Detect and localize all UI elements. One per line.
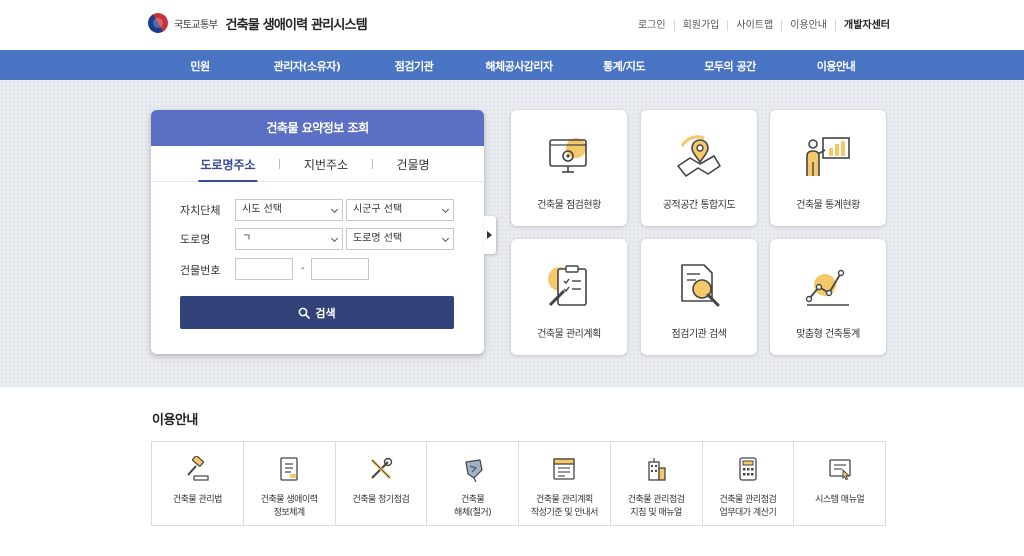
manual-cursor-icon bbox=[828, 459, 851, 481]
government-emblem-icon bbox=[144, 9, 172, 37]
tile-public-space-map[interactable]: 공적공간 통합지도 bbox=[641, 110, 757, 226]
map-pin-icon bbox=[677, 135, 721, 177]
nav-item-manager[interactable]: 관리자(소유자) bbox=[274, 58, 341, 74]
tools-icon bbox=[370, 457, 393, 480]
guide-item-system-manual[interactable]: 시스템 매뉴얼 bbox=[793, 442, 885, 525]
road-initial-select[interactable]: ㄱ bbox=[235, 228, 343, 250]
guide-item-regular-inspection[interactable]: 건축물 정기점검 bbox=[334, 442, 427, 525]
nav-item-inspection-agency[interactable]: 점검기관 bbox=[395, 58, 434, 74]
guide-item-label: 건축물 관리점검 업무대가 계산기 bbox=[719, 495, 777, 518]
guide-item-plan-guideline[interactable]: 건축물 관리계획 작성기준 및 안내서 bbox=[518, 442, 610, 525]
tile-building-statistics[interactable]: 건축물 통계현황 bbox=[770, 110, 886, 226]
tile-custom-statistics[interactable]: 맞춤형 건축통계 bbox=[770, 239, 886, 355]
guide-item-fee-calculator[interactable]: 건축물 관리점검 업무대가 계산기 bbox=[701, 442, 794, 525]
guide-link[interactable]: 이용안내 bbox=[781, 20, 835, 31]
guide-item-label: 건축물 관리계획 작성기준 및 안내서 bbox=[530, 495, 598, 518]
search-button-label: 검색 bbox=[315, 306, 336, 320]
building-search-card: 건축물 요약정보 조회 도로명주소 지번주소 건물명 자치단체 시도 선택 시군… bbox=[151, 110, 484, 354]
number-dash: - bbox=[301, 263, 305, 274]
tile-label: 점검기관 검색 bbox=[671, 329, 727, 340]
panel-toggle-button[interactable] bbox=[484, 216, 496, 254]
tab-lot-address[interactable]: 지번주소 bbox=[304, 156, 348, 173]
guide-item-lifecycle-info[interactable]: 건축물 생애이력 정보체계 bbox=[242, 442, 335, 525]
guide-item-label: 건축물 관리법 bbox=[172, 495, 223, 505]
tile-label: 건축물 관리계획 bbox=[537, 329, 601, 340]
guide-item-label: 건축물 관리점검 지침 및 매뉴얼 bbox=[627, 495, 685, 518]
search-button[interactable]: 검색 bbox=[180, 296, 454, 329]
gavel-icon bbox=[187, 456, 209, 481]
guide-item-label: 건축물 해체(철거) bbox=[454, 495, 492, 518]
presenter-chart-icon bbox=[806, 137, 850, 176]
tab-divider bbox=[372, 159, 373, 169]
guide-item-inspection-manual[interactable]: 건축물 관리점검 지침 및 매뉴얼 bbox=[609, 442, 702, 525]
sitemap-link[interactable]: 사이트맵 bbox=[727, 20, 781, 31]
tile-label: 맞춤형 건축통계 bbox=[796, 329, 860, 340]
address-tabs: 도로명주소 지번주소 건물명 bbox=[151, 146, 484, 182]
tab-building-name[interactable]: 건물명 bbox=[396, 156, 429, 173]
calculator-icon bbox=[739, 457, 757, 481]
demolition-icon bbox=[465, 459, 483, 482]
monitor-gear-icon bbox=[549, 138, 587, 173]
main-nav: 민원 관리자(소유자) 점검기관 해체공사감리자 통계/지도 모두의 공간 이용… bbox=[0, 50, 1024, 80]
login-link[interactable]: 로그인 bbox=[630, 20, 674, 31]
line-chart-icon bbox=[805, 269, 849, 306]
nav-item-stats-map[interactable]: 통계/지도 bbox=[603, 58, 646, 74]
guide-item-demolition[interactable]: 건축물 해체(철거) bbox=[426, 442, 518, 525]
tile-agency-search[interactable]: 점검기관 검색 bbox=[641, 239, 757, 355]
tile-label: 건축물 통계현황 bbox=[796, 200, 860, 211]
guide-item-building-act[interactable]: 건축물 관리법 bbox=[152, 442, 243, 525]
building-number-label: 건물번호 bbox=[180, 264, 221, 277]
guide-grid: 건축물 관리법 건축물 생애이력 정보체계 건축물 정기점검 건축물 해체(철거… bbox=[151, 441, 886, 526]
building-main-number-input[interactable] bbox=[235, 258, 293, 280]
guide-item-label: 건축물 생애이력 정보체계 bbox=[260, 495, 318, 518]
tab-road-address[interactable]: 도로명주소 bbox=[198, 156, 258, 182]
tile-label: 건축물 점검현황 bbox=[537, 200, 601, 211]
nav-item-demolition-supervisor[interactable]: 해체공사감리자 bbox=[485, 58, 553, 74]
tile-label: 공적공간 통합지도 bbox=[662, 200, 736, 211]
header: 국토교통부 건축물 생애이력 관리시스템 로그인 회원가입 사이트맵 이용안내 … bbox=[0, 0, 1024, 50]
document-magnifier-icon bbox=[681, 264, 720, 307]
nav-item-public-space[interactable]: 모두의 공간 bbox=[704, 58, 756, 74]
signup-link[interactable]: 회원가입 bbox=[673, 20, 728, 31]
ministry-name: 국토교통부 bbox=[174, 19, 218, 31]
region-label: 자치단체 bbox=[180, 204, 221, 217]
nav-item-guide[interactable]: 이용안내 bbox=[817, 58, 856, 74]
search-card-title: 건축물 요약정보 조회 bbox=[151, 110, 484, 146]
guide-item-label: 건축물 정기점검 bbox=[352, 495, 410, 505]
building-sub-number-input[interactable] bbox=[311, 258, 369, 280]
nav-item-civil[interactable]: 민원 bbox=[190, 58, 210, 74]
developer-center-link[interactable]: 개발자센터 bbox=[835, 20, 890, 31]
road-label: 도로명 bbox=[180, 233, 211, 246]
search-icon bbox=[299, 307, 311, 319]
utility-links: 로그인 회원가입 사이트맵 이용안내 개발자센터 bbox=[630, 20, 890, 31]
system-name: 건축물 생애이력 관리시스템 bbox=[225, 17, 368, 33]
tile-inspection-status[interactable]: 건축물 점검현황 bbox=[511, 110, 627, 226]
guide-item-label: 시스템 매뉴얼 bbox=[815, 495, 865, 505]
site-logo[interactable]: 국토교통부 건축물 생애이력 관리시스템 bbox=[144, 9, 368, 37]
form-document-icon bbox=[553, 458, 576, 480]
sigungu-select[interactable]: 시군구 선택 bbox=[346, 199, 454, 221]
tab-divider bbox=[279, 159, 280, 169]
clipboard-pencil-icon bbox=[548, 265, 587, 307]
road-name-select[interactable]: 도로명 선택 bbox=[346, 228, 454, 250]
tile-management-plan[interactable]: 건축물 관리계획 bbox=[511, 239, 627, 355]
guide-section-title: 이용안내 bbox=[152, 413, 198, 428]
sido-select[interactable]: 시도 선택 bbox=[235, 199, 343, 221]
document-list-icon bbox=[280, 457, 298, 481]
building-icon bbox=[648, 458, 666, 481]
